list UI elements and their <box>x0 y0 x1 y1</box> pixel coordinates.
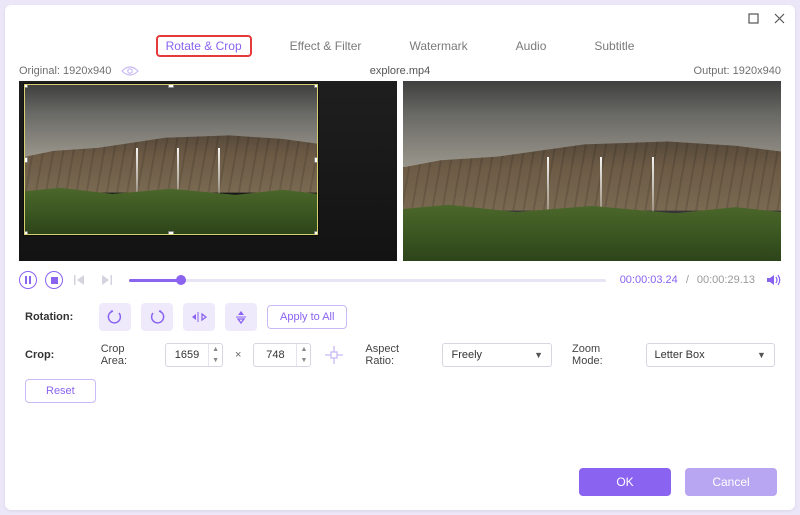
crop-width-input[interactable] <box>166 349 208 361</box>
crop-height-input[interactable] <box>254 349 296 361</box>
crop-label: Crop: <box>25 349 89 361</box>
crop-width-down[interactable]: ▼ <box>209 355 222 366</box>
crop-handle-r[interactable] <box>314 157 318 163</box>
seek-bar[interactable] <box>129 279 606 282</box>
crop-handle-tr[interactable] <box>314 84 318 88</box>
footer: OK Cancel <box>579 468 777 496</box>
crop-area-label: Crop Area: <box>101 343 153 367</box>
crop-handle-b[interactable] <box>168 231 174 235</box>
center-crop-icon[interactable] <box>323 344 345 366</box>
controls: Rotation: Apply to All Crop: Crop Area: … <box>5 297 795 415</box>
aspect-ratio-select[interactable]: Freely ▼ <box>442 343 552 367</box>
tab-bar: Rotate & Crop Effect & Filter Watermark … <box>5 31 795 65</box>
editor-window: Rotate & Crop Effect & Filter Watermark … <box>5 5 795 510</box>
apply-to-all-button[interactable]: Apply to All <box>267 305 347 329</box>
stop-button[interactable] <box>45 271 63 289</box>
preview-toggle-icon[interactable] <box>121 65 139 77</box>
tab-effect-filter[interactable]: Effect & Filter <box>280 35 372 57</box>
crop-width-stepper[interactable]: ▲▼ <box>165 343 223 367</box>
tab-subtitle[interactable]: Subtitle <box>584 35 644 57</box>
close-button[interactable] <box>773 12 785 24</box>
time-total: 00:00:29.13 <box>697 274 755 286</box>
maximize-button[interactable] <box>747 12 759 24</box>
time-current: 00:00:03.24 <box>620 274 678 286</box>
crop-handle-l[interactable] <box>24 157 28 163</box>
info-row: Original: 1920x940 explore.mp4 Output: 1… <box>5 65 795 81</box>
preview-area <box>5 81 795 261</box>
cancel-button[interactable]: Cancel <box>685 468 777 496</box>
prev-frame-button[interactable] <box>71 271 89 289</box>
preview-original[interactable] <box>19 81 397 261</box>
crop-handle-br[interactable] <box>314 231 318 235</box>
volume-icon[interactable] <box>767 274 781 286</box>
output-label: Output: 1920x940 <box>581 65 781 77</box>
crop-handle-t[interactable] <box>168 84 174 88</box>
crop-handle-tl[interactable] <box>24 84 28 88</box>
original-label: Original: 1920x940 <box>19 65 111 77</box>
tab-watermark[interactable]: Watermark <box>399 35 477 57</box>
aspect-ratio-label: Aspect Ratio: <box>365 343 430 367</box>
seek-thumb[interactable] <box>176 275 186 285</box>
times-symbol: × <box>235 349 241 361</box>
pause-button[interactable] <box>19 271 37 289</box>
titlebar <box>5 5 795 31</box>
zoom-mode-label: Zoom Mode: <box>572 343 633 367</box>
preview-output <box>403 81 781 261</box>
crop-box[interactable] <box>24 84 319 235</box>
rotate-left-icon[interactable] <box>99 303 131 331</box>
crop-height-stepper[interactable]: ▲▼ <box>253 343 311 367</box>
tab-audio[interactable]: Audio <box>506 35 557 57</box>
player-bar: 00:00:03.24/00:00:29.13 <box>5 261 795 297</box>
next-frame-button[interactable] <box>97 271 115 289</box>
crop-width-up[interactable]: ▲ <box>209 344 222 355</box>
flip-horizontal-icon[interactable] <box>183 303 215 331</box>
reset-button[interactable]: Reset <box>25 379 96 403</box>
flip-vertical-icon[interactable] <box>225 303 257 331</box>
ok-button[interactable]: OK <box>579 468 671 496</box>
crop-height-up[interactable]: ▲ <box>297 344 310 355</box>
crop-height-down[interactable]: ▼ <box>297 355 310 366</box>
aspect-ratio-value: Freely <box>451 349 482 361</box>
chevron-down-icon: ▼ <box>757 350 766 360</box>
filename: explore.mp4 <box>219 65 581 77</box>
seek-fill <box>129 279 181 282</box>
chevron-down-icon: ▼ <box>534 350 543 360</box>
zoom-mode-value: Letter Box <box>655 349 705 361</box>
zoom-mode-select[interactable]: Letter Box ▼ <box>646 343 775 367</box>
tab-rotate-crop[interactable]: Rotate & Crop <box>156 35 252 57</box>
rotation-label: Rotation: <box>25 311 89 323</box>
crop-handle-bl[interactable] <box>24 231 28 235</box>
rotate-right-icon[interactable] <box>141 303 173 331</box>
